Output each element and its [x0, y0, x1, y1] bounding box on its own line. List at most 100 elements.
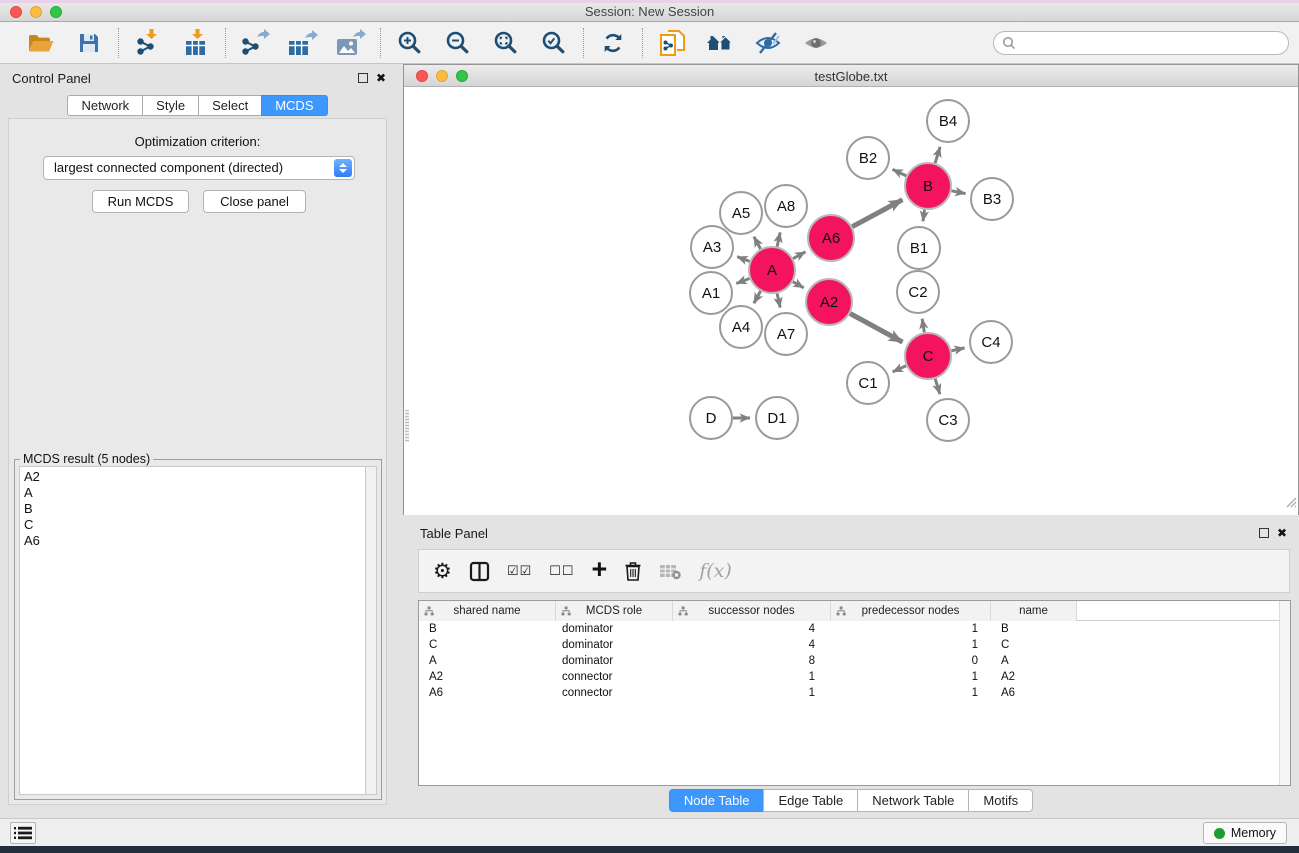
graph-node-C1[interactable]: C1: [847, 362, 889, 404]
graph-node-A7[interactable]: A7: [765, 313, 807, 355]
table-row[interactable]: A2connector11A2: [419, 669, 1290, 685]
mcds-result-list[interactable]: A2ABCA6: [19, 466, 365, 795]
graph-node-B2[interactable]: B2: [847, 137, 889, 179]
graph-node-D[interactable]: D: [690, 397, 732, 439]
search-box[interactable]: [993, 31, 1289, 55]
table-cell[interactable]: B: [419, 621, 556, 637]
table-cell[interactable]: A: [991, 653, 1077, 669]
create-column-icon[interactable]: +: [591, 556, 607, 583]
tab-select[interactable]: Select: [198, 95, 262, 116]
resize-grip-icon[interactable]: [1283, 494, 1297, 513]
panel-divider-grip[interactable]: [405, 410, 409, 442]
graph-edge-A-A7[interactable]: [777, 293, 780, 307]
table-cell[interactable]: A6: [419, 685, 556, 701]
graph-edge-A6-B[interactable]: [852, 200, 902, 227]
graph-edge-A-A5[interactable]: [754, 237, 761, 249]
refresh-icon[interactable]: [597, 27, 629, 59]
tab-node-table[interactable]: Node Table: [669, 789, 765, 812]
column-header-shared-name[interactable]: shared name: [419, 601, 556, 621]
graph-node-A4[interactable]: A4: [720, 306, 762, 348]
open-session-icon[interactable]: [25, 27, 57, 59]
graph-edge-C-C2[interactable]: [922, 319, 924, 333]
graph-node-B1[interactable]: B1: [898, 227, 940, 269]
result-item[interactable]: A2: [24, 469, 365, 485]
table-cell[interactable]: 1: [673, 685, 831, 701]
clone-network-icon[interactable]: [656, 27, 688, 59]
unselect-all-columns-icon[interactable]: ☐☐: [549, 563, 574, 579]
graph-edge-B-B3[interactable]: [952, 191, 966, 194]
column-header-predecessor-nodes[interactable]: predecessor nodes: [831, 601, 991, 621]
graph-edge-A-A8[interactable]: [777, 232, 780, 246]
select-all-columns-icon[interactable]: ☑☑: [507, 563, 532, 579]
tab-style[interactable]: Style: [142, 95, 199, 116]
graph-edge-B-B2[interactable]: [893, 169, 907, 176]
hide-panels-icon[interactable]: [752, 27, 784, 59]
network-window-titlebar[interactable]: testGlobe.txt: [404, 65, 1298, 87]
tab-network[interactable]: Network: [67, 95, 143, 116]
graph-node-C[interactable]: C: [905, 333, 951, 379]
table-cell[interactable]: 8: [673, 653, 831, 669]
table-cell[interactable]: 4: [673, 637, 831, 653]
table-cell[interactable]: A2: [419, 669, 556, 685]
graph-edge-A-A6[interactable]: [793, 252, 805, 259]
network-canvas[interactable]: B4B2BB3A8A5A6A3B1AC2A1A2A4A7C4CC1DD1C3: [404, 87, 1298, 515]
table-row[interactable]: A6connector11A6: [419, 685, 1290, 701]
column-header-name[interactable]: name: [991, 601, 1077, 621]
table-cell[interactable]: C: [419, 637, 556, 653]
table-cell[interactable]: dominator: [556, 621, 673, 637]
graph-edge-B-B4[interactable]: [935, 147, 940, 163]
show-panels-icon[interactable]: [800, 27, 832, 59]
graph-node-A[interactable]: A: [749, 247, 795, 293]
zoom-selected-icon[interactable]: [538, 27, 570, 59]
select-stepper-icon[interactable]: [334, 159, 352, 177]
import-network-icon[interactable]: [132, 27, 164, 59]
delete-columns-icon[interactable]: [624, 560, 642, 582]
table-cell[interactable]: C: [991, 637, 1077, 653]
graph-node-C2[interactable]: C2: [897, 271, 939, 313]
graph-edge-A-A4[interactable]: [754, 291, 761, 303]
export-image-icon[interactable]: [335, 27, 367, 59]
table-row[interactable]: Adominator80A: [419, 653, 1290, 669]
show-columns-icon[interactable]: [469, 561, 490, 582]
column-header-successor-nodes[interactable]: successor nodes: [673, 601, 831, 621]
result-item[interactable]: A6: [24, 533, 365, 549]
zoom-out-icon[interactable]: [442, 27, 474, 59]
table-cell[interactable]: A6: [991, 685, 1077, 701]
table-cell[interactable]: 1: [831, 637, 991, 653]
table-cell[interactable]: A2: [991, 669, 1077, 685]
tab-motifs[interactable]: Motifs: [968, 789, 1033, 812]
zoom-in-icon[interactable]: [394, 27, 426, 59]
fit-content-icon[interactable]: [490, 27, 522, 59]
table-cell[interactable]: dominator: [556, 637, 673, 653]
table-cell[interactable]: 0: [831, 653, 991, 669]
table-cell[interactable]: 4: [673, 621, 831, 637]
table-cell[interactable]: 1: [831, 621, 991, 637]
run-mcds-button[interactable]: Run MCDS: [92, 190, 189, 213]
table-cell[interactable]: B: [991, 621, 1077, 637]
control-panel-float-icon[interactable]: [358, 73, 368, 83]
export-network-icon[interactable]: [239, 27, 271, 59]
table-row[interactable]: Bdominator41B: [419, 621, 1290, 637]
graph-edge-C-C3[interactable]: [935, 379, 940, 394]
memory-button[interactable]: Memory: [1203, 822, 1287, 844]
tab-mcds[interactable]: MCDS: [261, 95, 327, 116]
graph-edge-A2-C[interactable]: [850, 314, 902, 343]
criterion-select[interactable]: largest connected component (directed): [43, 156, 355, 180]
graph-node-B[interactable]: B: [905, 163, 951, 209]
table-cell[interactable]: 1: [673, 669, 831, 685]
table-cell[interactable]: dominator: [556, 653, 673, 669]
graph-edge-A-A1[interactable]: [736, 279, 749, 284]
table-cell[interactable]: connector: [556, 685, 673, 701]
graph-edge-C-C1[interactable]: [893, 366, 907, 372]
export-table-icon[interactable]: [287, 27, 319, 59]
tab-edge-table[interactable]: Edge Table: [763, 789, 858, 812]
graph-node-C4[interactable]: C4: [970, 321, 1012, 363]
graph-edge-B-B1[interactable]: [923, 210, 925, 222]
table-settings-icon[interactable]: ⚙: [433, 561, 452, 582]
result-scrollbar[interactable]: [365, 466, 377, 795]
import-table-icon[interactable]: [180, 27, 212, 59]
graph-node-A3[interactable]: A3: [691, 226, 733, 268]
table-cell[interactable]: connector: [556, 669, 673, 685]
table-panel-float-icon[interactable]: [1259, 528, 1269, 538]
column-header-mcds-role[interactable]: MCDS role: [556, 601, 673, 621]
